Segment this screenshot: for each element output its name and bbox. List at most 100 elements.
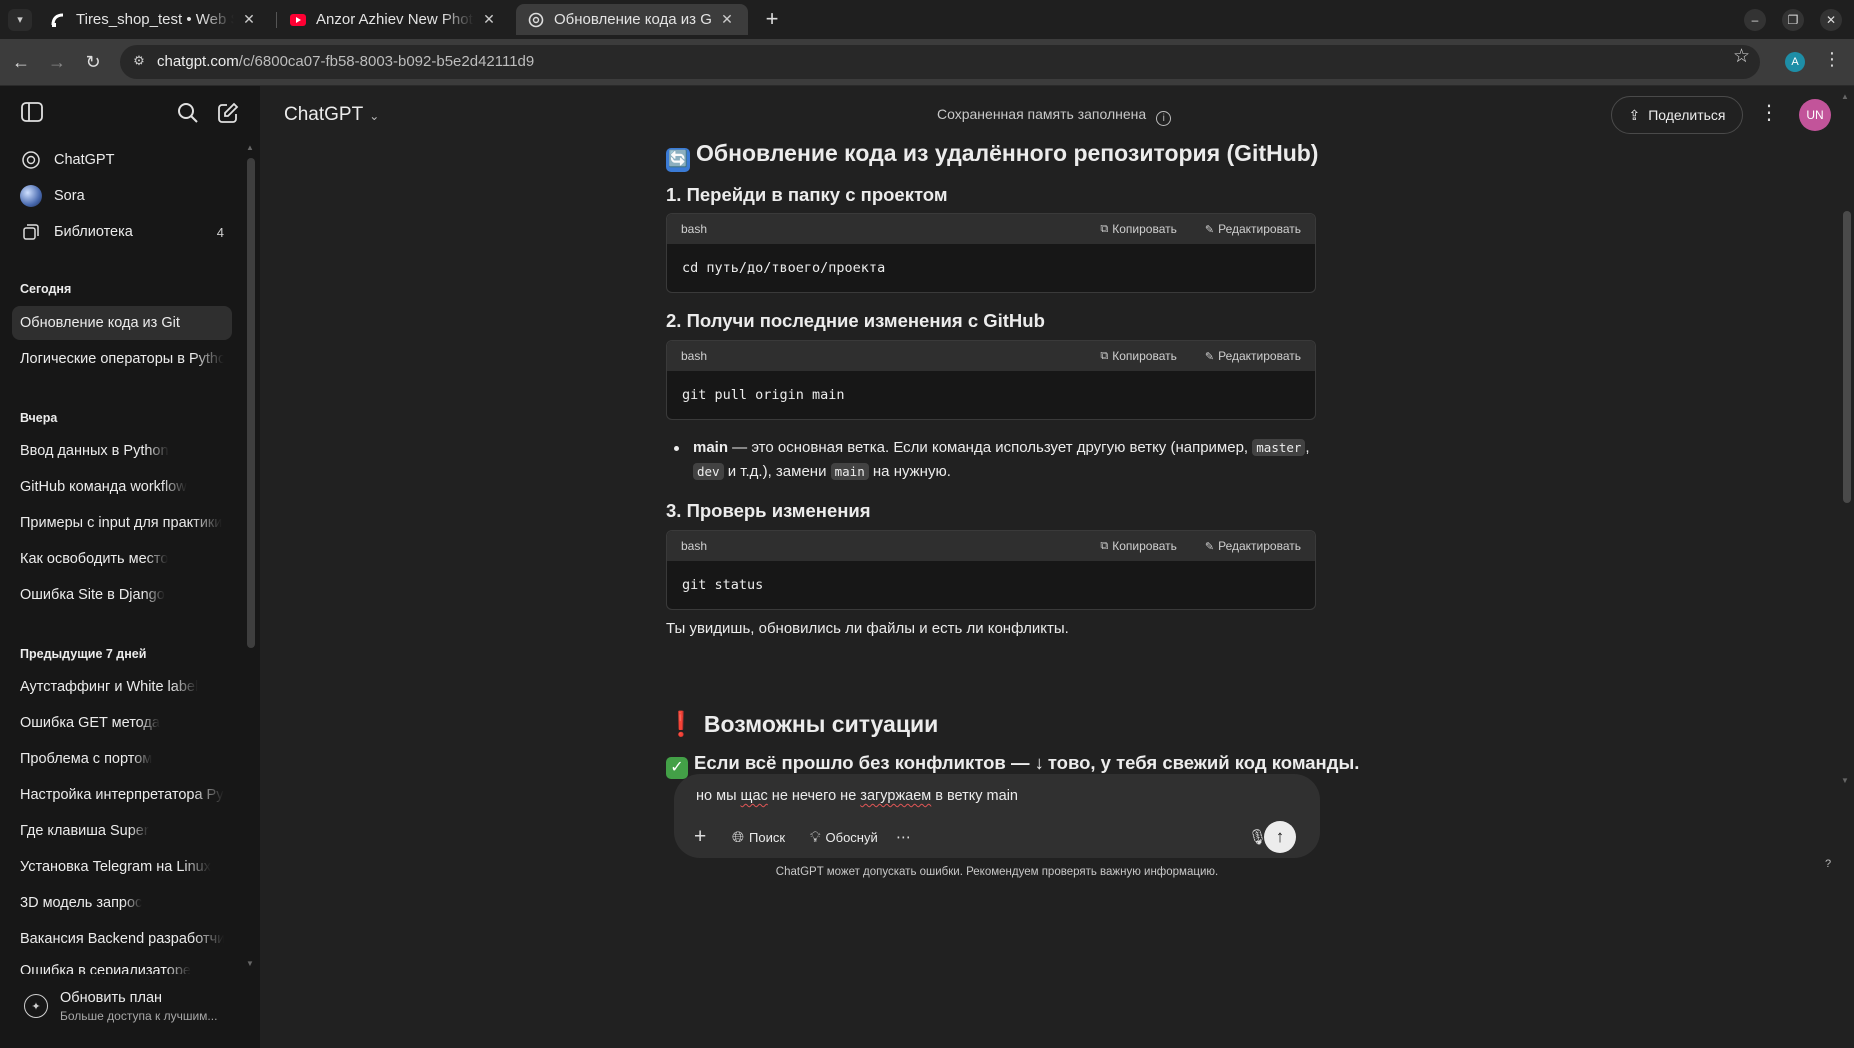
edit-icon: ✎ — [1204, 350, 1215, 363]
chat-title: Обновление кода из Git — [20, 315, 180, 331]
reason-tool-button[interactable]: 💡︎ Обоснуй — [810, 824, 878, 850]
chat-item[interactable]: Ошибка Site в Django — [12, 578, 232, 612]
more-tools-button[interactable]: ⋯ — [896, 824, 916, 850]
new-chat-icon[interactable] — [214, 102, 242, 130]
sidebar: ChatGPT Sora Библиотека 4 Сегодня Обновл… — [0, 86, 260, 1048]
minimize-window-button[interactable]: – — [1744, 9, 1766, 31]
upgrade-title: Обновить план — [60, 989, 163, 1006]
chat-item[interactable]: Вакансия Backend разработчика — [12, 922, 232, 956]
scroll-down-arrow-icon[interactable]: ▼ — [1841, 776, 1849, 785]
inline-code: dev — [693, 463, 724, 480]
chat-item[interactable]: Как освободить место — [12, 542, 232, 576]
forward-arrow-icon[interactable]: → — [44, 49, 70, 75]
toggle-sidebar-icon[interactable] — [18, 102, 46, 130]
add-attachment-button[interactable]: + — [694, 824, 711, 850]
search-tool-button[interactable]: 🌐︎ Поиск — [732, 824, 785, 850]
step-heading: 1. Перейди в папку с проектом — [666, 184, 948, 205]
message-composer[interactable]: но мы щас не нечего не загуржаем в ветку… — [674, 774, 1320, 858]
browser-tab-youtube[interactable]: Anzor Azhiev New Photo ✕ — [278, 4, 510, 35]
chat-item[interactable]: GitHub команда workflow — [12, 470, 232, 504]
chat-item[interactable]: Настройка интерпретатора Python — [12, 778, 232, 812]
new-tab-button[interactable]: + — [758, 6, 786, 34]
site-info-icon[interactable]: ⚙ — [130, 53, 148, 71]
code-block: bash ⧉ Копировать ✎ Редактировать git stat… — [666, 530, 1316, 610]
chat-item[interactable]: Установка Telegram на Linux — [12, 850, 232, 884]
copy-code-button[interactable]: ⧉ Копировать — [1100, 222, 1176, 236]
step-heading: 3. Проверь изменения — [666, 500, 871, 521]
chat-title: Аутстаффинг и White label — [20, 679, 199, 695]
edit-code-button[interactable]: ✎ Редактировать — [1205, 349, 1301, 363]
composer-input[interactable]: но мы щас не нечего не загуржаем в ветку… — [696, 788, 1018, 804]
browser-menu-icon[interactable]: ⋮ — [1822, 49, 1842, 70]
sidebar-item-library[interactable]: Библиотека 4 — [12, 215, 232, 249]
chat-title: Вакансия Backend разработчика — [20, 931, 224, 947]
tab-search-button[interactable]: ▾ — [8, 9, 32, 31]
code-block-header: bash ⧉ Копировать ✎ Редактировать — [667, 531, 1315, 561]
copy-icon: ⧉ — [1100, 539, 1109, 552]
inline-code: main — [830, 463, 869, 480]
close-window-button[interactable]: ✕ — [1820, 9, 1842, 31]
inline-code: master — [1252, 439, 1306, 456]
chat-item-active[interactable]: Обновление кода из Git — [12, 306, 232, 340]
chat-item[interactable]: Логические операторы в Python — [12, 342, 232, 376]
chatgpt-logo-icon — [20, 149, 42, 171]
scroll-down-arrow-icon[interactable]: ↓ — [1035, 752, 1044, 773]
close-tab-icon[interactable]: ✕ — [480, 11, 498, 28]
edit-code-button[interactable]: ✎ Редактировать — [1205, 539, 1301, 553]
copy-code-button[interactable]: ⧉ Копировать — [1100, 539, 1176, 553]
more-options-icon[interactable]: ⋮ — [1757, 100, 1781, 130]
chat-title: Примеры с input для практики — [20, 515, 223, 531]
bookmark-star-icon[interactable]: ☆ — [1733, 45, 1750, 68]
close-tab-icon[interactable]: ✕ — [718, 11, 736, 28]
scroll-down-arrow-icon[interactable]: ▼ — [246, 959, 254, 968]
sidebar-scrollbar[interactable] — [247, 158, 255, 648]
chat-item[interactable]: Примеры с input для практики — [12, 506, 232, 540]
share-icon: ⇪ — [1628, 106, 1641, 123]
model-selector[interactable]: ChatGPT ⌄ — [284, 104, 379, 126]
chatgpt-icon — [528, 12, 544, 28]
share-button[interactable]: ⇪ Поделиться — [1611, 96, 1743, 134]
user-avatar[interactable]: UN — [1799, 99, 1831, 131]
sidebar-item-label: Sora — [54, 188, 85, 204]
copy-icon: ⧉ — [1100, 222, 1109, 235]
browser-profile-avatar[interactable]: A — [1785, 52, 1805, 72]
chat-title: Проблема с портом — [20, 751, 153, 767]
scroll-up-arrow-icon[interactable]: ▲ — [1841, 92, 1849, 101]
disclaimer-text: ChatGPT может допускать ошибки. Рекоменд… — [775, 866, 1219, 878]
copy-code-button[interactable]: ⧉ Копировать — [1100, 349, 1176, 363]
browser-tab-render[interactable]: Tires_shop_test • Web Service ✕ — [38, 4, 270, 35]
chat-item[interactable]: Проблема с портом — [12, 742, 232, 776]
exclamation-emoji-icon: ❗ — [666, 711, 696, 738]
model-name: ChatGPT — [284, 104, 364, 125]
check-emoji-icon: ✓ — [666, 757, 688, 779]
sidebar-item-sora[interactable]: Sora — [12, 179, 232, 213]
help-icon[interactable]: ? — [1825, 858, 1831, 870]
close-tab-icon[interactable]: ✕ — [240, 11, 258, 28]
chat-item[interactable]: Ошибка в сериализаторе — [12, 958, 232, 974]
code-block-header: bash ⧉ Копировать ✎ Редактировать — [667, 341, 1315, 371]
sidebar-item-chatgpt[interactable]: ChatGPT — [12, 143, 232, 177]
chat-item[interactable]: Ошибка GET метода — [12, 706, 232, 740]
chat-item[interactable]: Ввод данных в Python — [12, 434, 232, 468]
restore-window-button[interactable]: ❐ — [1782, 9, 1804, 31]
chat-item[interactable]: Аутстаффинг и White label — [12, 670, 232, 704]
chat-item[interactable]: 3D модель запрос — [12, 886, 232, 920]
chat-item[interactable]: Где клавиша Super — [12, 814, 232, 848]
edit-code-button[interactable]: ✎ Редактировать — [1205, 222, 1301, 236]
chat-title: Ошибка в сериализаторе — [20, 964, 191, 974]
reload-icon[interactable]: ↻ — [80, 49, 106, 75]
upgrade-plan-button[interactable]: ✦ Обновить план Больше доступа к лучшим.… — [12, 980, 248, 1032]
sidebar-section-title: Предыдущие 7 дней — [20, 647, 147, 661]
chat-title: Ввод данных в Python — [20, 443, 169, 459]
send-button[interactable]: ↑ — [1264, 821, 1296, 853]
upgrade-icon: ✦ — [24, 994, 48, 1018]
address-bar[interactable]: ⚙ chatgpt.com/c/6800ca07-fb58-8003-b092-… — [120, 45, 1760, 79]
search-chats-icon[interactable] — [174, 102, 202, 130]
scroll-up-arrow-icon[interactable]: ▲ — [246, 143, 254, 152]
browser-tab-chatgpt[interactable]: Обновление кода из Git ✕ — [516, 4, 748, 35]
main-scrollbar[interactable] — [1843, 211, 1851, 503]
url-text: chatgpt.com/c/6800ca07-fb58-8003-b092-b5… — [157, 53, 535, 70]
back-arrow-icon[interactable]: ← — [8, 49, 34, 75]
share-label: Поделиться — [1648, 107, 1726, 123]
code-content: git pull origin main — [682, 387, 845, 403]
